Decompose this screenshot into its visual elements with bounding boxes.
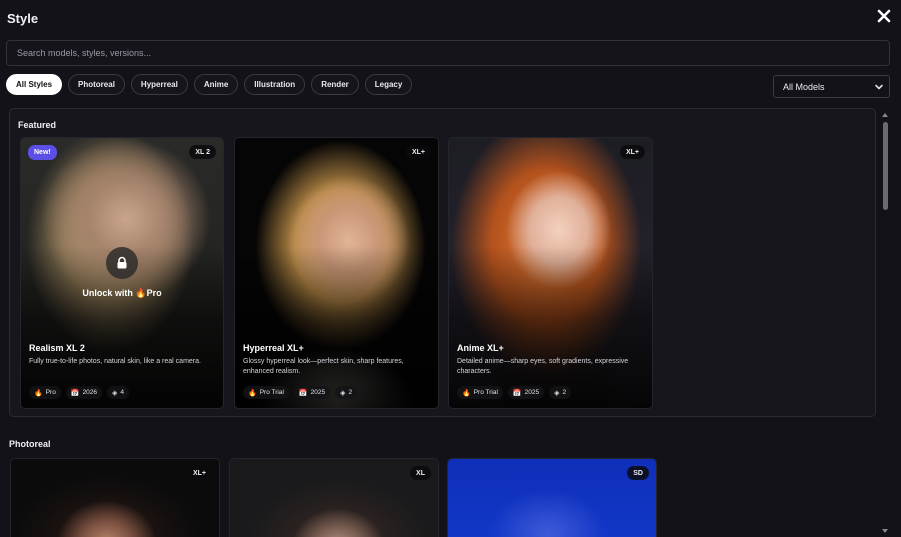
card-image <box>230 459 438 537</box>
chevron-down-icon <box>875 84 883 89</box>
scroll-down-arrow[interactable] <box>882 529 888 533</box>
version-badge: XL+ <box>619 145 645 159</box>
style-card-hyperreal-xl-plus[interactable]: XL+ Hyperreal XL+ Glossy hyperreal look—… <box>234 137 439 409</box>
card-shade <box>449 246 652 408</box>
modal-title: Style <box>7 11 39 26</box>
chip-all-styles[interactable]: All Styles <box>6 74 63 95</box>
style-card-photoreal-1[interactable]: XL+ <box>10 458 220 537</box>
chip-photoreal[interactable]: Photoreal <box>68 74 125 95</box>
card-meta: 🔥 Pro 📅 2026 ◈ 4 <box>29 386 130 399</box>
count-pill: ◈ 4 <box>107 386 130 399</box>
calendar-icon: 📅 <box>298 389 308 397</box>
version-badge: XL+ <box>405 145 431 159</box>
year-pill: 📅 2026 <box>65 386 103 399</box>
featured-title: Featured <box>18 120 57 130</box>
tier-pill: 🔥 Pro <box>29 386 61 399</box>
photoreal-title: Photoreal <box>9 439 51 449</box>
calendar-icon: 📅 <box>512 389 522 397</box>
card-image <box>448 459 656 537</box>
card-description: Fully true-to-life photos, natural skin,… <box>29 358 201 365</box>
search-input[interactable] <box>6 40 890 66</box>
tier-pill: 🔥 Pro Trial <box>457 386 503 399</box>
card-meta: 🔥 Pro Trial 📅 2025 ◈ 2 <box>457 386 572 399</box>
card-name: Realism XL 2 <box>29 343 85 353</box>
style-card-anime-xl-plus[interactable]: XL+ Anime XL+ Detailed anime—sharp eyes,… <box>448 137 653 409</box>
model-select[interactable]: All Models <box>773 75 890 98</box>
style-card-realism-xl-2[interactable]: New! XL 2 Unlock with 🔥Pro Realism XL 2 … <box>20 137 224 409</box>
fire-icon: 🔥 <box>248 389 257 397</box>
close-button[interactable] <box>875 7 893 25</box>
version-badge: SD <box>627 466 649 480</box>
scrollbar[interactable] <box>882 113 889 533</box>
card-description: Glossy hyperreal look—perfect skin, shar… <box>243 358 404 375</box>
style-card-photoreal-3[interactable]: SD <box>447 458 657 537</box>
tier-pill: 🔥 Pro Trial <box>243 386 289 399</box>
card-name: Hyperreal XL+ <box>243 343 304 353</box>
version-badge: XL <box>410 466 431 480</box>
diamond-icon: ◈ <box>112 389 118 397</box>
calendar-icon: 📅 <box>70 389 80 397</box>
diamond-icon: ◈ <box>340 389 346 397</box>
card-shade <box>235 246 438 408</box>
version-badge: XL 2 <box>189 145 216 159</box>
featured-section: Featured New! XL 2 Unlock with 🔥Pro Real… <box>9 108 876 417</box>
chip-legacy[interactable]: Legacy <box>364 74 413 95</box>
model-select-value: All Models <box>783 81 825 92</box>
year-pill: 📅 2025 <box>293 386 331 399</box>
fire-icon: 🔥 <box>135 288 147 298</box>
fire-icon: 🔥 <box>34 389 43 397</box>
card-name: Anime XL+ <box>457 343 504 353</box>
card-meta: 🔥 Pro Trial 📅 2025 ◈ 2 <box>243 386 358 399</box>
fire-icon: 🔥 <box>462 389 471 397</box>
chip-render[interactable]: Render <box>311 74 359 95</box>
style-filter-chips: All Styles Photoreal Hyperreal Anime Ill… <box>6 74 413 95</box>
close-icon <box>877 9 891 23</box>
unlock-label: Unlock with 🔥Pro <box>82 288 162 298</box>
chip-hyperreal[interactable]: Hyperreal <box>130 74 188 95</box>
year-pill: 📅 2025 <box>507 386 545 399</box>
styles-scroll-area[interactable]: Featured New! XL 2 Unlock with 🔥Pro Real… <box>0 104 901 537</box>
diamond-icon: ◈ <box>554 389 560 397</box>
new-badge: New! <box>28 145 57 160</box>
scroll-up-arrow[interactable] <box>882 113 888 117</box>
chip-illustration[interactable]: Illustration <box>244 74 306 95</box>
count-pill: ◈ 2 <box>335 386 358 399</box>
card-description: Detailed anime—sharp eyes, soft gradient… <box>457 358 629 375</box>
style-modal: Style All Styles Photoreal Hyperreal Ani… <box>0 0 901 537</box>
version-badge: XL+ <box>186 466 212 480</box>
style-card-photoreal-2[interactable]: XL <box>229 458 439 537</box>
scrollbar-thumb[interactable] <box>883 122 888 210</box>
lock-button[interactable] <box>106 247 138 279</box>
count-pill: ◈ 2 <box>549 386 572 399</box>
chip-anime[interactable]: Anime <box>193 74 239 95</box>
lock-icon <box>117 256 127 269</box>
